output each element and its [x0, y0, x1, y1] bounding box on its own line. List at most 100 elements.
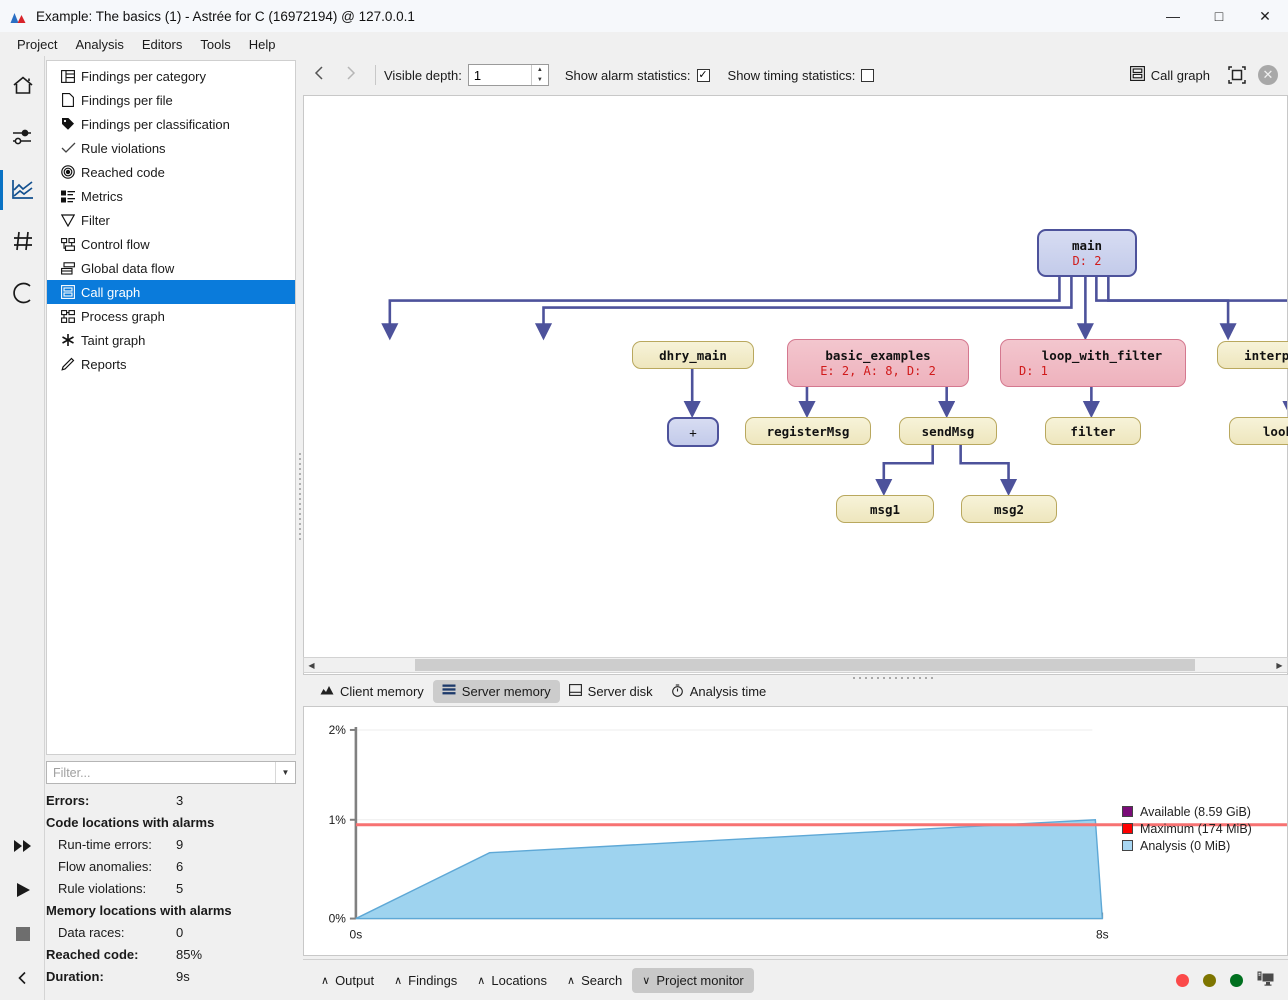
node-label: interpolation	[1244, 348, 1288, 363]
tree-item-findings-per-classification[interactable]: Findings per classification	[47, 112, 295, 136]
server-monitor-icon[interactable]	[1257, 971, 1274, 989]
detach-window-icon[interactable]	[1226, 64, 1248, 86]
left-icon-rail	[0, 56, 45, 1000]
tree-item-global-data-flow[interactable]: Global data flow	[47, 256, 295, 280]
call-graph-title[interactable]: Call graph	[1130, 66, 1210, 84]
show-timing-statistics-checkbox[interactable]	[861, 69, 874, 82]
filter-box[interactable]: ▼	[46, 761, 296, 784]
stepper-down-icon[interactable]: ▼	[532, 75, 548, 85]
graph-node-msg1[interactable]: msg1	[836, 495, 934, 523]
rail-c-language[interactable]	[0, 268, 45, 320]
graph-node-msg2[interactable]: msg2	[961, 495, 1057, 523]
menu-help[interactable]: Help	[240, 34, 285, 55]
graph-node-filter[interactable]: filter	[1045, 417, 1141, 445]
tree-item-findings-per-category[interactable]: Findings per category	[47, 64, 295, 88]
bottom-tab-findings[interactable]: ∧ Findings	[384, 968, 467, 993]
bottom-tab-project-monitor[interactable]: ∨ Project monitor	[632, 968, 753, 993]
node-label: registerMsg	[767, 424, 850, 439]
menu-project[interactable]: Project	[8, 34, 66, 55]
callgraph-icon	[57, 285, 79, 299]
stat-data-races: Data races: 0	[46, 921, 301, 943]
stepper-up-icon[interactable]: ▲	[532, 65, 548, 75]
tree-item-reports[interactable]: Reports	[47, 352, 295, 376]
tree-item-call-graph[interactable]: Call graph	[47, 280, 295, 304]
collapse-left-icon[interactable]	[0, 956, 45, 1000]
graph-node-main[interactable]: main D: 2	[1037, 229, 1137, 277]
stat-reached-code: Reached code: 85%	[46, 943, 301, 965]
tab-client-memory[interactable]: Client memory	[311, 680, 433, 703]
back-button[interactable]	[303, 59, 335, 91]
stat-key: Code locations with alarms	[46, 815, 214, 830]
chevron-down-icon[interactable]: ▼	[275, 762, 295, 783]
menu-editors[interactable]: Editors	[133, 34, 191, 55]
tab-server-memory[interactable]: Server memory	[433, 680, 560, 703]
rail-grid[interactable]	[0, 216, 45, 268]
graph-horizontal-scrollbar[interactable]: ◀ ▶	[303, 657, 1288, 673]
panel-resize-grip[interactable]	[298, 450, 303, 590]
tree-item-process-graph[interactable]: Process graph	[47, 304, 295, 328]
stop-icon[interactable]	[0, 912, 45, 956]
filter-input[interactable]	[47, 762, 275, 783]
tree-item-reached-code[interactable]: Reached code	[47, 160, 295, 184]
scroll-left-icon[interactable]: ◀	[304, 658, 319, 672]
status-dot-olive[interactable]	[1203, 974, 1216, 987]
c-language-icon	[10, 280, 36, 309]
forward-button[interactable]	[335, 59, 367, 91]
status-indicators	[1176, 971, 1288, 989]
menu-analysis[interactable]: Analysis	[66, 34, 132, 55]
visible-depth-input[interactable]	[469, 65, 531, 85]
bottom-tab-search[interactable]: ∧ Search	[557, 968, 632, 993]
graph-node-plus[interactable]: +	[667, 417, 719, 447]
graph-node-interpolation[interactable]: interpolation	[1217, 341, 1288, 369]
stat-key: Memory locations with alarms	[46, 903, 232, 918]
pen-icon	[57, 357, 79, 371]
scrollbar-thumb[interactable]	[415, 659, 1195, 671]
tree-item-rule-violations[interactable]: Rule violations	[47, 136, 295, 160]
tab-label: Analysis time	[690, 684, 767, 699]
chevron-down-icon: ∨	[642, 974, 650, 987]
tree-item-taint-graph[interactable]: Taint graph	[47, 328, 295, 352]
stat-memory-locations-heading: Memory locations with alarms	[46, 899, 301, 921]
tab-analysis-time[interactable]: Analysis time	[662, 680, 776, 704]
fast-forward-icon[interactable]	[0, 824, 45, 868]
tab-server-disk[interactable]: Server disk	[560, 680, 662, 703]
bottom-tab-locations[interactable]: ∧ Locations	[467, 968, 557, 993]
legend-label: Analysis (0 MiB)	[1140, 839, 1230, 853]
graph-node-loop_with_filter[interactable]: loop_with_filter D: 1	[1000, 339, 1186, 387]
visible-depth-stepper[interactable]: ▲ ▼	[468, 64, 549, 86]
tree-item-label: Rule violations	[81, 141, 166, 156]
bottom-tab-output[interactable]: ∧ Output	[311, 968, 384, 993]
rail-settings[interactable]	[0, 112, 45, 164]
tree-item-control-flow[interactable]: Control flow	[47, 232, 295, 256]
minimize-button[interactable]: —	[1150, 0, 1196, 32]
rail-statistics[interactable]	[0, 164, 45, 216]
tree-item-filter[interactable]: Filter	[47, 208, 295, 232]
menu-tools[interactable]: Tools	[191, 34, 239, 55]
graph-node-registerMsg[interactable]: registerMsg	[745, 417, 871, 445]
stat-runtime-errors: Run-time errors: 9	[46, 833, 301, 855]
rail-home[interactable]	[0, 60, 45, 112]
maximize-button[interactable]: □	[1196, 0, 1242, 32]
monitor-resize-grip[interactable]	[853, 677, 933, 679]
chevron-up-icon: ∧	[567, 974, 575, 987]
status-dot-red[interactable]	[1176, 974, 1189, 987]
status-dot-green[interactable]	[1230, 974, 1243, 987]
graph-node-lookup2d[interactable]: lookup2d	[1229, 417, 1288, 445]
graph-node-basic_examples[interactable]: basic_examples E: 2, A: 8, D: 2	[787, 339, 969, 387]
tree-item-findings-per-file[interactable]: Findings per file	[47, 88, 295, 112]
chevron-left-icon	[313, 65, 325, 86]
scrollbar-track[interactable]	[319, 658, 1272, 672]
call-graph-canvas[interactable]: main D: 2 dhry_main basic_examples E: 2,…	[303, 95, 1288, 675]
close-button[interactable]: ✕	[1242, 0, 1288, 32]
show-alarm-statistics-checkbox[interactable]: ✓	[697, 69, 710, 82]
legend-swatch	[1122, 806, 1133, 817]
play-icon[interactable]	[0, 868, 45, 912]
scroll-right-icon[interactable]: ▶	[1272, 658, 1287, 672]
tree-item-metrics[interactable]: Metrics	[47, 184, 295, 208]
tree-item-label: Call graph	[81, 285, 140, 300]
bottom-tab-label: Search	[581, 973, 622, 988]
graph-node-sendMsg[interactable]: sendMsg	[899, 417, 997, 445]
analysis-summary: Errors: 3 Code locations with alarms Run…	[46, 789, 301, 987]
graph-node-dhry_main[interactable]: dhry_main	[632, 341, 754, 369]
close-circle-icon[interactable]: ✕	[1258, 65, 1278, 85]
